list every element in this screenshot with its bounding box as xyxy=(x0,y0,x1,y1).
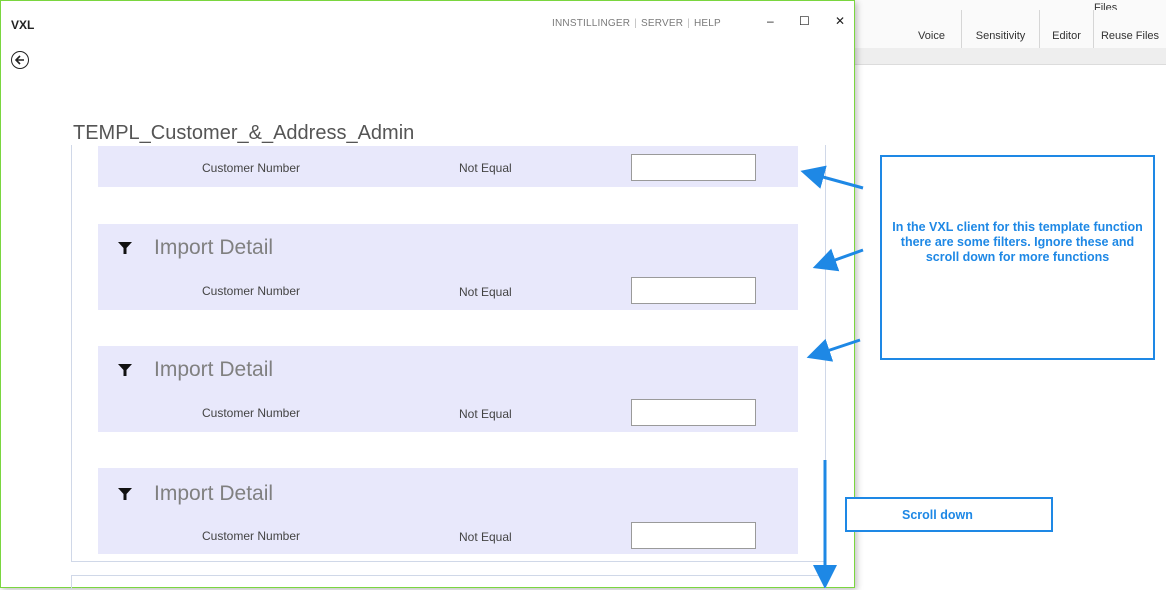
filter-funnel-icon xyxy=(118,242,132,254)
filter-operator: Not Equal xyxy=(459,285,512,299)
ribbon-group-editor[interactable]: Editor xyxy=(1040,10,1094,48)
ribbon-lower-strip xyxy=(855,48,1166,65)
filter-value-input[interactable] xyxy=(631,399,756,426)
annotation-callout-text: In the VXL client for this template func… xyxy=(892,220,1143,264)
filter-section: Import Detail Customer Number Not Equal xyxy=(98,346,798,432)
filter-operator: Not Equal xyxy=(459,161,512,175)
annotation-callout: In the VXL client for this template func… xyxy=(880,155,1155,360)
server-link[interactable]: SERVER xyxy=(641,18,683,29)
filter-field-label: Customer Number xyxy=(202,529,301,543)
filter-operator: Not Equal xyxy=(459,407,512,421)
section-heading-label: Import Detail xyxy=(154,236,274,259)
vxl-window: VXL INNSTILLINGER | SERVER | HELP – ☐ ✕ TEMP… xyxy=(0,0,855,590)
filter-value-input[interactable] xyxy=(631,154,756,181)
ribbon-group-label: Voice xyxy=(918,30,945,42)
scroll-down-text: Scroll down xyxy=(902,508,973,522)
ribbon-group-label: Reuse Files xyxy=(1100,30,1160,42)
section-heading: Import Detail xyxy=(118,482,273,506)
settings-link[interactable]: INNSTILLINGER xyxy=(552,18,630,29)
filter-funnel-icon xyxy=(118,488,132,500)
page-title: TEMPL_Customer_&_Address_Admin xyxy=(73,122,415,144)
help-link[interactable]: HELP xyxy=(694,18,721,29)
filter-field-label: Customer Number xyxy=(202,284,301,298)
filter-section: Customer Number Not Equal xyxy=(98,146,798,187)
ribbon-group-voice[interactable]: Voice xyxy=(902,10,962,48)
filter-value-input[interactable] xyxy=(631,522,756,549)
section-heading-label: Import Detail xyxy=(154,358,274,381)
ribbon-group-sensitivity[interactable]: Sensitivity xyxy=(962,10,1040,48)
back-arrow-icon xyxy=(15,55,24,65)
filter-field-label: Customer Number xyxy=(202,161,301,175)
section-heading: Import Detail xyxy=(118,236,273,260)
ribbon-group-label: Editor xyxy=(1052,30,1081,42)
back-button[interactable] xyxy=(11,51,29,69)
ribbon-groups: Voice Sensitivity Editor Reuse Files xyxy=(855,10,1166,49)
ribbon-group-reuse-files[interactable]: Reuse Files xyxy=(1094,10,1166,48)
app-name: VXL xyxy=(11,18,35,32)
filter-section: Import Detail Customer Number Not Equal xyxy=(98,468,798,554)
maximize-button[interactable]: ☐ xyxy=(799,14,810,28)
top-links: INNSTILLINGER | SERVER | HELP xyxy=(552,18,721,29)
minimize-button[interactable]: – xyxy=(767,14,774,28)
filter-operator: Not Equal xyxy=(459,530,512,544)
scroll-down-callout: Scroll down xyxy=(845,497,1053,532)
ribbon-group-label: Sensitivity xyxy=(975,30,1026,42)
section-heading: Import Detail xyxy=(118,358,273,382)
section-heading-label: Import Detail xyxy=(154,482,274,505)
filter-field-label: Customer Number xyxy=(202,406,301,420)
close-button[interactable]: ✕ xyxy=(835,14,845,28)
filter-value-input[interactable] xyxy=(631,277,756,304)
filter-section: Import Detail Customer Number Not Equal xyxy=(98,224,798,310)
title-bar: VXL INNSTILLINGER | SERVER | HELP – ☐ ✕ xyxy=(1,1,854,41)
filter-funnel-icon xyxy=(118,364,132,376)
